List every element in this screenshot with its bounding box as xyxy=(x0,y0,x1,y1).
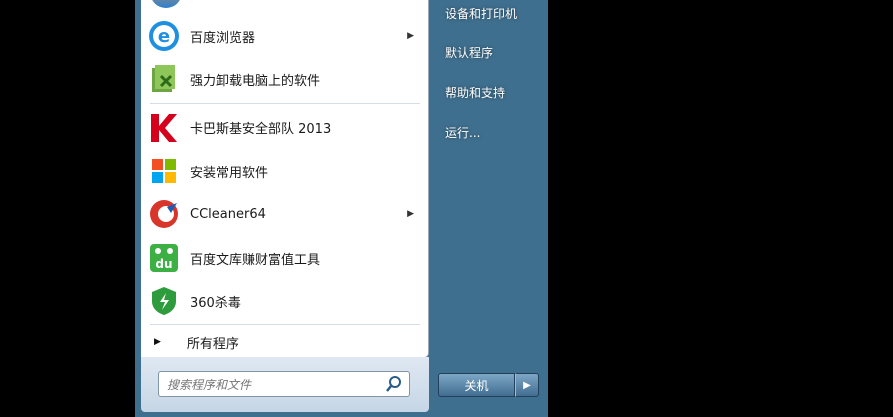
program-label: 强力卸载电脑上的软件 xyxy=(190,73,321,89)
program-install-software[interactable]: 安装常用软件 xyxy=(146,151,424,191)
svg-text:e: e xyxy=(158,26,170,47)
program-kaspersky[interactable]: 卡巴斯基安全部队 2013 xyxy=(146,107,424,147)
svg-text:du: du xyxy=(155,257,172,271)
program-360-antivirus[interactable]: 360杀毒 xyxy=(146,281,424,321)
360-antivirus-icon xyxy=(146,283,182,319)
shutdown-options-arrow-icon[interactable]: ▶ xyxy=(515,373,539,397)
kaspersky-icon xyxy=(146,109,182,145)
program-label: 安装常用软件 xyxy=(190,165,269,181)
program-uninstall[interactable]: 强力卸载电脑上的软件 xyxy=(146,59,424,99)
run-link[interactable]: 运行... xyxy=(445,124,480,141)
ccleaner-icon xyxy=(146,196,182,232)
shutdown-button[interactable]: 关机 xyxy=(438,373,515,397)
search-icon[interactable] xyxy=(385,375,403,393)
submenu-arrow-icon: ▶ xyxy=(407,209,414,219)
program-baidu-browser[interactable]: e 百度浏览器 ▶ xyxy=(146,16,424,56)
all-programs-label: 所有程序 xyxy=(186,336,239,352)
partial-program-icon xyxy=(150,0,182,8)
uninstall-software-icon xyxy=(146,61,182,97)
submenu-arrow-icon: ▶ xyxy=(407,31,414,41)
divider xyxy=(150,324,420,325)
program-label: 卡巴斯基安全部队 2013 xyxy=(190,121,332,137)
program-baidu-wenku[interactable]: du 百度文库赚财富值工具 xyxy=(146,238,424,278)
search-input[interactable] xyxy=(165,374,384,396)
program-ccleaner[interactable]: CCleaner64 ▶ xyxy=(146,194,424,234)
search-box[interactable] xyxy=(158,371,410,397)
program-label: CCleaner64 xyxy=(190,206,266,222)
program-label: 百度文库赚财富值工具 xyxy=(190,252,321,268)
default-programs-link[interactable]: 默认程序 xyxy=(445,44,493,61)
divider xyxy=(150,103,420,104)
devices-and-printers-link[interactable]: 设备和打印机 xyxy=(445,5,517,22)
baidu-wenku-icon: du xyxy=(146,240,182,276)
windows-install-icon xyxy=(146,153,182,189)
help-and-support-link[interactable]: 帮助和支持 xyxy=(445,84,505,101)
baidu-browser-icon: e xyxy=(146,18,182,54)
all-programs[interactable]: ▶ 所有程序 xyxy=(146,330,424,354)
program-label: 百度浏览器 xyxy=(190,30,256,46)
expand-arrow-icon: ▶ xyxy=(154,337,161,347)
program-label: 360杀毒 xyxy=(190,295,241,311)
